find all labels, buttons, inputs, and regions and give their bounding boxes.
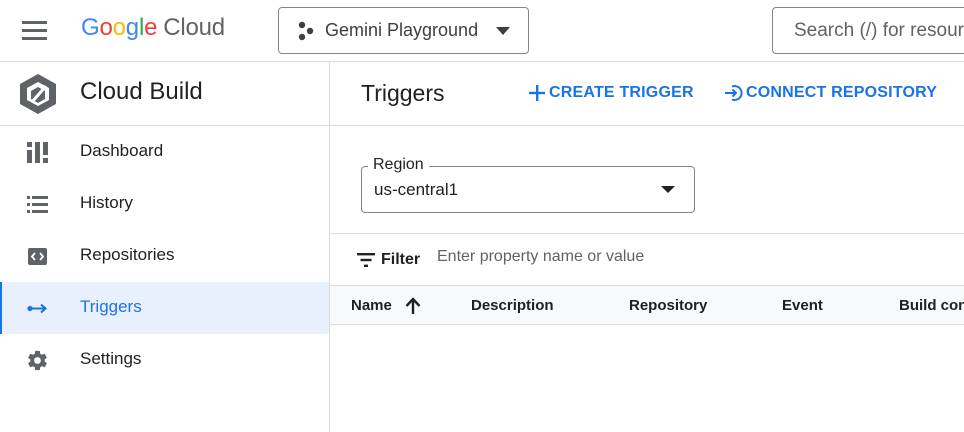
sidebar-item-triggers[interactable]: Triggers	[0, 282, 329, 334]
column-header-repository[interactable]: Repository	[629, 297, 707, 314]
top-app-bar: Google Cloud Gemini Playground	[0, 0, 964, 62]
chevron-down-icon	[661, 186, 675, 193]
project-picker[interactable]: Gemini Playground	[278, 7, 529, 54]
google-cloud-logo[interactable]: Google Cloud	[81, 14, 225, 42]
project-name: Gemini Playground	[325, 20, 479, 40]
filter-label: Filter	[381, 251, 421, 268]
search-box[interactable]	[772, 7, 964, 54]
filter-bar: Filter	[330, 233, 964, 286]
project-icon	[298, 21, 314, 40]
sidebar-item-history[interactable]: History	[0, 178, 329, 230]
region-label: Region	[368, 156, 429, 174]
cloud-build-icon	[20, 74, 56, 114]
sidebar-item-dashboard[interactable]: Dashboard	[0, 126, 329, 178]
sidebar-item-label: History	[80, 193, 133, 212]
column-header-description[interactable]: Description	[471, 297, 554, 314]
sidebar-item-label: Triggers	[80, 297, 142, 316]
page-title: Triggers	[361, 80, 445, 106]
filter-icon	[357, 253, 375, 267]
main-menu-button[interactable]	[22, 18, 58, 44]
page-header: Triggers CREATE TRIGGER CONNECT REPOSITO…	[330, 62, 964, 126]
sidebar-item-label: Settings	[80, 349, 142, 368]
region-value: us-central1	[374, 180, 459, 199]
plus-icon	[529, 85, 545, 101]
triggers-table-header: Name Description Repository Event Build …	[330, 286, 964, 325]
search-input[interactable]	[794, 19, 964, 42]
sidebar-item-settings[interactable]: Settings	[0, 334, 329, 386]
main-content: Triggers CREATE TRIGGER CONNECT REPOSITO…	[330, 62, 964, 432]
sidebar-item-repositories[interactable]: Repositories	[0, 230, 329, 282]
gear-icon	[28, 350, 47, 371]
sidebar: Cloud Build Dashboard History Repositori…	[0, 62, 330, 432]
product-title: Cloud Build	[80, 78, 203, 105]
dashboard-icon	[27, 142, 48, 163]
hamburger-menu-icon	[22, 21, 47, 40]
create-trigger-label: CREATE TRIGGER	[549, 84, 694, 101]
sidebar-item-label: Dashboard	[80, 141, 164, 160]
filter-button[interactable]: Filter	[356, 250, 420, 270]
list-icon	[27, 196, 48, 213]
column-header-event[interactable]: Event	[782, 297, 823, 314]
connect-repository-label: CONNECT REPOSITORY	[746, 84, 938, 101]
code-icon	[28, 248, 47, 265]
connect-icon	[725, 85, 743, 101]
chevron-down-icon	[496, 27, 510, 35]
sort-ascending-icon[interactable]	[403, 296, 423, 316]
column-header-name[interactable]: Name	[351, 297, 392, 314]
filter-input[interactable]	[437, 248, 937, 266]
create-trigger-button[interactable]: CREATE TRIGGER	[527, 83, 694, 103]
sidebar-item-label: Repositories	[80, 245, 175, 264]
connect-repository-button[interactable]: CONNECT REPOSITORY	[724, 83, 937, 103]
region-select[interactable]: Region us-central1	[361, 156, 695, 213]
column-header-build-config[interactable]: Build con	[899, 297, 964, 314]
product-header: Cloud Build	[0, 62, 329, 126]
trigger-arrow-icon	[27, 303, 48, 314]
